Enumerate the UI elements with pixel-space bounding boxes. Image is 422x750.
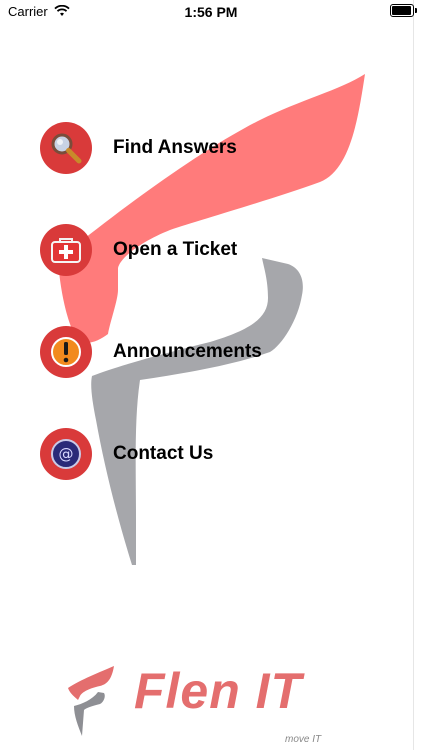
menu-item-announcements[interactable]: Announcements [40,326,262,378]
brand-tagline: move IT [285,734,322,745]
logo-red-stroke [58,74,365,343]
app-screen: Carrier 1:56 PM Find Answers Open a Tick… [0,0,422,750]
svg-text:@: @ [59,445,74,463]
menu-label: Announcements [113,341,262,362]
menu-label: Find Answers [113,137,237,158]
menu-item-open-ticket[interactable]: Open a Ticket [40,224,237,276]
menu-label: Open a Ticket [113,239,238,260]
logo-gray-stroke [91,258,303,565]
menu-item-contact-us[interactable]: @ Contact Us [40,428,213,480]
exclamation-icon [40,326,92,378]
menu-item-find-answers[interactable]: Find Answers [40,122,237,174]
magnifier-icon [40,122,92,174]
first-aid-kit-icon [40,224,92,276]
menu-label: Contact Us [113,443,214,464]
brand-name: Flen IT [134,663,303,719]
at-sign-icon: @ [40,428,92,480]
